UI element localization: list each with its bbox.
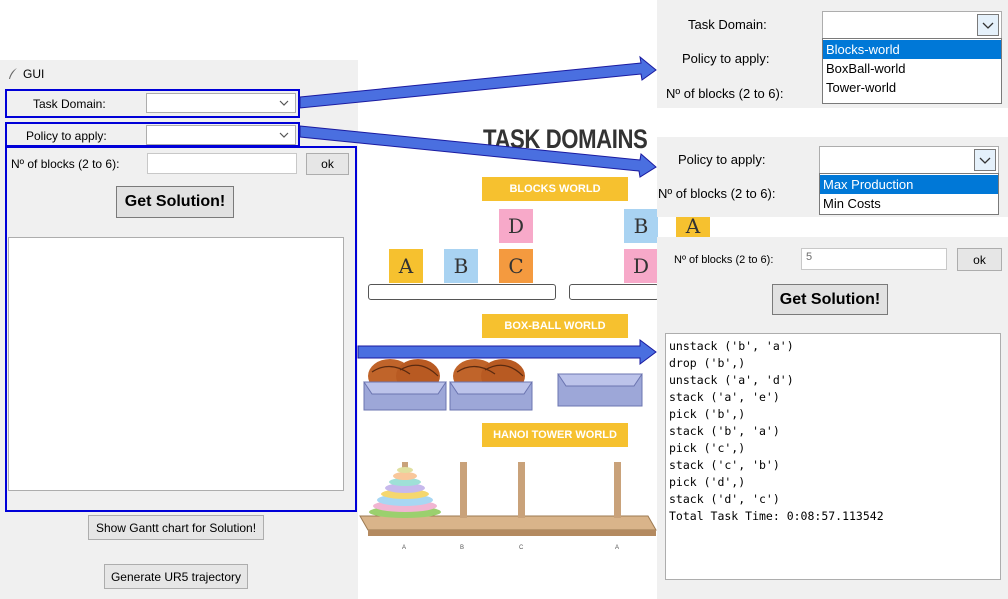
- task-domain-highlight: [5, 89, 300, 118]
- output-line: stack ('b', 'a'): [669, 424, 780, 438]
- output-line: stack ('a', 'e'): [669, 390, 780, 404]
- blocks-world-banner: BLOCKS WORLD: [482, 177, 628, 201]
- block-b-right: B: [624, 209, 658, 243]
- policy-options-list: Max Production Min Costs: [819, 173, 999, 215]
- ok-zoom-button[interactable]: ok: [957, 248, 1002, 271]
- output-line: Total Task Time: 0:08:57.113542: [669, 509, 884, 523]
- result-output-textarea[interactable]: unstack ('b', 'a') drop ('b',) unstack (…: [665, 333, 1001, 580]
- option-max-production[interactable]: Max Production: [820, 175, 998, 194]
- block-a: A: [389, 249, 423, 283]
- task-domains-title: TASK DOMAINS: [483, 124, 648, 154]
- dropdown-button[interactable]: [974, 149, 996, 171]
- block-c: C: [499, 249, 533, 283]
- nblocks-zoom-label-3: Nº of blocks (2 to 6):: [674, 254, 774, 266]
- option-min-costs[interactable]: Min Costs: [820, 194, 998, 213]
- policy-zoom-label-1: Policy to apply:: [682, 51, 770, 66]
- boxball-illustration: [363, 359, 643, 411]
- box-with-balls-1: [363, 359, 447, 411]
- nblocks-zoom-label-1: Nº of blocks (2 to 6):: [666, 86, 784, 101]
- solution-area-highlight: [5, 146, 357, 512]
- task-domain-zoom-label: Task Domain:: [688, 17, 767, 32]
- output-line: stack ('c', 'b'): [669, 458, 780, 472]
- option-tower-world[interactable]: Tower-world: [823, 78, 1001, 97]
- boxball-world-banner: BOX-BALL WORLD: [482, 314, 628, 338]
- show-gantt-button[interactable]: Show Gantt chart for Solution!: [88, 515, 264, 540]
- task-domain-zoom-combobox[interactable]: [822, 11, 1002, 39]
- output-line: unstack ('b', 'a'): [669, 339, 794, 353]
- chevron-down-icon[interactable]: [978, 15, 998, 35]
- option-blocks-world[interactable]: Blocks-world: [823, 40, 1001, 59]
- nblocks-zoom-input[interactable]: 5: [801, 248, 947, 270]
- table-right: [569, 284, 659, 300]
- hanoi-world-banner: HANOI TOWER WORLD: [482, 423, 628, 447]
- nblocks-zoom-label-2: Nº of blocks (2 to 6):: [658, 186, 776, 201]
- peg-label-b: B: [460, 545, 465, 551]
- policy-zoom-combobox[interactable]: [819, 146, 999, 174]
- get-solution-zoom-button[interactable]: Get Solution!: [772, 284, 888, 315]
- window-title: GUI: [23, 67, 45, 81]
- output-line: pick ('c',): [669, 441, 746, 455]
- dropdown-button[interactable]: [977, 14, 999, 36]
- output-line: stack ('d', 'c'): [669, 492, 780, 506]
- block-d: D: [499, 209, 533, 243]
- policy-highlight: [5, 122, 300, 147]
- output-line: pick ('b',): [669, 407, 746, 421]
- block-d-right: D: [624, 249, 658, 283]
- feather-icon: [9, 68, 17, 79]
- task-domain-options-list: Blocks-world BoxBall-world Tower-world: [822, 38, 1002, 104]
- peg-label-a: A: [402, 545, 407, 551]
- peg-label-c: C: [519, 545, 524, 551]
- policy-zoom-label: Policy to apply:: [678, 152, 766, 167]
- hanoi-illustration: [359, 462, 657, 536]
- output-line: pick ('d',): [669, 475, 746, 489]
- output-line: unstack ('a', 'd'): [669, 373, 794, 387]
- block-b: B: [444, 249, 478, 283]
- empty-box: [557, 373, 643, 407]
- chevron-down-icon[interactable]: [975, 150, 995, 170]
- table-left: [368, 284, 556, 300]
- output-line: drop ('b',): [669, 356, 746, 370]
- generate-ur5-button[interactable]: Generate UR5 trajectory: [104, 564, 248, 589]
- peg-label-a-right: A: [615, 545, 620, 551]
- box-with-balls-2: [449, 359, 533, 411]
- option-boxball-world[interactable]: BoxBall-world: [823, 59, 1001, 78]
